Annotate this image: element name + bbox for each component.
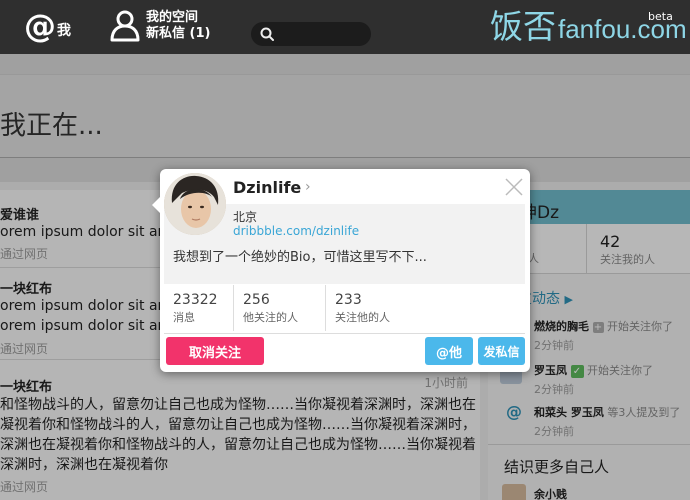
stat-label: 关注他的人 [335,311,390,324]
card-stat-followers[interactable]: 233 关注他的人 [326,285,525,331]
stat-label: 消息 [173,311,195,324]
card-user-name[interactable]: Dzinlife [233,178,301,197]
mention-button[interactable]: @他 [425,337,473,365]
card-actions: 取消关注 @他 发私信 [164,333,525,367]
nav-mentions-label: 我 [57,23,71,39]
card-pointer [152,197,160,213]
avatar[interactable] [164,173,226,235]
nav-my-space[interactable]: 我的空间 新私信 (1) [110,10,210,42]
stat-number: 23322 [173,292,218,308]
logo-chinese: 饭否 [490,7,556,46]
card-stats: 23322 消息 256 他关注的人 233 关注他的人 [164,285,525,331]
user-icon [110,10,140,42]
stat-number: 233 [335,292,362,308]
search-input[interactable] [279,25,365,43]
at-icon: @ [24,7,56,45]
card-url-link[interactable]: dribbble.com/dzinlife [233,224,359,238]
nav-mentions[interactable]: @ 我 [24,10,71,42]
nav-my-space-label: 我的空间 [146,10,199,25]
direct-message-button[interactable]: 发私信 [478,337,525,365]
card-bio: 我想到了一个绝妙的Bio，可惜这里写不下... [173,250,427,265]
card-stat-messages[interactable]: 23322 消息 [164,285,234,331]
search-icon [260,27,274,41]
chevron-right-icon[interactable]: › [305,179,311,195]
profile-card: 北京 dribbble.com/dzinlife 我想到了一个绝妙的Bio，可惜… [152,169,530,372]
card-location: 北京 [233,210,258,224]
stat-label: 他关注的人 [243,311,298,324]
unfollow-button[interactable]: 取消关注 [166,337,264,365]
close-icon[interactable] [503,176,525,198]
avatar-image [164,173,226,235]
top-bar: @ 我 我的空间 新私信 (1) 饭否fanfou.com beta [0,0,690,54]
search-box[interactable] [251,22,371,46]
card-stat-following[interactable]: 256 他关注的人 [234,285,326,331]
stat-number: 256 [243,292,270,308]
new-messages-link[interactable]: 新私信 (1) [146,26,210,42]
beta-badge: beta [648,10,673,23]
